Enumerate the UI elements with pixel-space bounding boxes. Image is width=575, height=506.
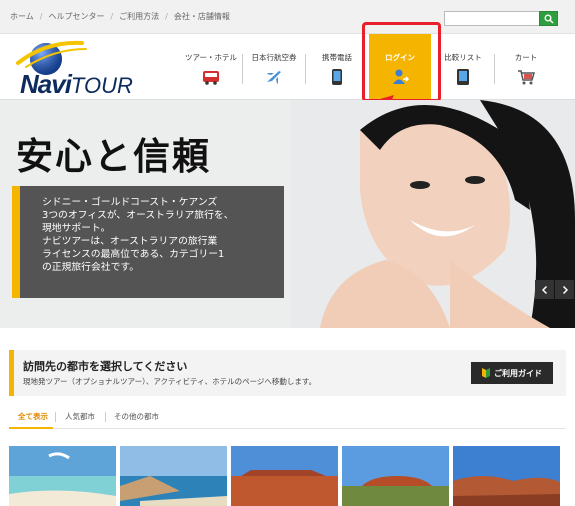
link-home[interactable]: ホーム (10, 12, 34, 21)
login-highlight-box (362, 22, 441, 102)
site-header: NaviTOUR ツアー・ホテル 日本行航空券 携帯電話 ログイン 比較リスト … (0, 34, 575, 100)
mobile-phone-icon (332, 69, 342, 85)
city-filter-tabs: 全て表示 人気都市 その他の都市 (9, 405, 566, 429)
link-company-info[interactable]: 会社・店舗情報 (174, 12, 230, 21)
search-icon (544, 14, 554, 24)
hero-line: 3つのオフィスが、オーストラリア旅行を、 (42, 210, 234, 221)
top-links: ホーム / ヘルプセンター / ご利用方法 / 会社・店舗情報 (10, 12, 230, 21)
cart-icon (518, 70, 535, 85)
nav-tour-hotel[interactable]: ツアー・ホテル (180, 34, 242, 100)
nav-label: 比較リスト (444, 53, 482, 62)
bus-icon (203, 71, 219, 85)
logo-navi: Navi (20, 69, 72, 99)
nav-flights[interactable]: 日本行航空券 (243, 34, 305, 100)
city-thumbnail-coast[interactable] (120, 446, 227, 506)
hero-line: 現地サポート。 (42, 223, 111, 234)
tab-all[interactable]: 全て表示 (18, 411, 48, 422)
city-thumbnails (9, 446, 566, 506)
logo-tour: TOUR (70, 73, 133, 98)
link-how-to-use[interactable]: ご利用方法 (119, 12, 159, 21)
nav-cart[interactable]: カート (495, 34, 557, 100)
nav-label: カート (514, 53, 538, 62)
hero-banner: 安心と信頼 シドニー・ゴールドコースト・ケアンズ 3つのオフィスが、オーストラリ… (0, 100, 575, 328)
carousel-next-button[interactable] (555, 280, 574, 299)
search-input[interactable] (444, 11, 540, 26)
nav-mobile-phone[interactable]: 携帯電話 (306, 34, 368, 100)
active-tab-underline (9, 427, 53, 429)
smiling-woman-photo (290, 100, 575, 328)
hero-line: ナビツアーは、オーストラリアの旅行業 (42, 236, 218, 247)
hero-title: 安心と信頼 (16, 135, 211, 178)
chevron-left-icon (541, 285, 547, 294)
hero-line: の正規旅行会社です。 (42, 262, 139, 273)
beginner-mark-icon (482, 368, 490, 378)
navitour-logo[interactable]: NaviTOUR (16, 37, 136, 99)
city-thumbnail-uluru[interactable] (342, 446, 449, 506)
compare-list-icon (457, 69, 469, 85)
tab-popular-cities[interactable]: 人気都市 (65, 411, 95, 422)
usage-guide-button[interactable]: ご利用ガイド (471, 362, 553, 384)
usage-guide-label: ご利用ガイド (494, 368, 542, 378)
chevron-right-icon (562, 285, 568, 294)
hero-line: ライセンスの最高位である、カテゴリー1 (42, 249, 225, 260)
carousel-prev-button[interactable] (535, 280, 554, 299)
hero-line: シドニー・ゴールドコースト・ケアンズ (42, 197, 218, 208)
nav-label: ツアー・ホテル (184, 53, 238, 62)
city-thumbnail-rock[interactable] (453, 446, 560, 506)
city-section-subtitle: 現地発ツアー（オプショナルツアー）、アクティビティ、ホテルのページへ移動します。 (23, 377, 317, 386)
hero-message-box: シドニー・ゴールドコースト・ケアンズ 3つのオフィスが、オーストラリア旅行を、 … (12, 186, 284, 298)
utility-bar: ホーム / ヘルプセンター / ご利用方法 / 会社・店舗情報 (0, 0, 575, 34)
nav-label: 日本行航空券 (251, 53, 297, 62)
link-help-center[interactable]: ヘルプセンター (48, 12, 104, 21)
nav-compare-list[interactable]: 比較リスト (432, 34, 494, 100)
airplane-icon (267, 71, 281, 84)
city-thumbnail-beach[interactable] (9, 446, 116, 506)
city-thumbnail-desert[interactable] (231, 446, 338, 506)
search-button[interactable] (539, 11, 558, 26)
city-section-title: 訪問先の都市を選択してください (23, 360, 188, 373)
nav-label: 携帯電話 (322, 53, 352, 62)
city-selection-panel: 訪問先の都市を選択してください 現地発ツアー（オプショナルツアー）、アクティビテ… (9, 350, 566, 396)
tab-other-cities[interactable]: その他の都市 (114, 411, 159, 422)
